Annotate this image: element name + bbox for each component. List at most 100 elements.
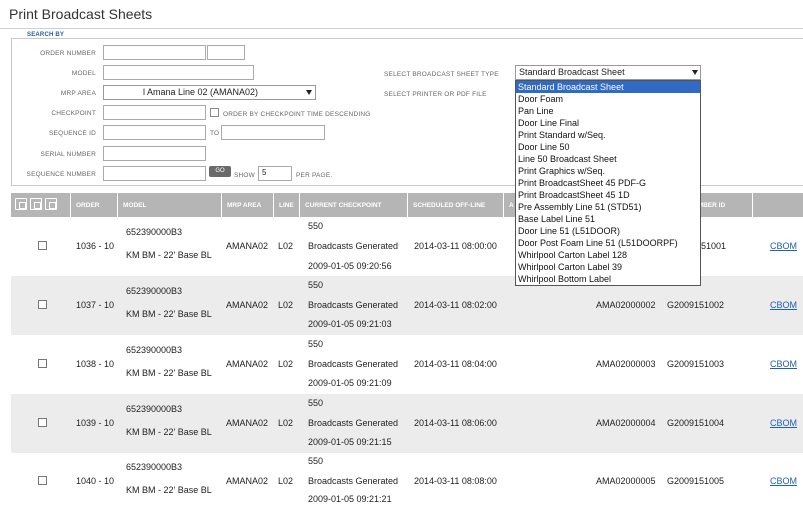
checkpoint-code-cell: 550: [308, 398, 324, 408]
sequence-cell: AMA02000004: [596, 418, 656, 428]
row-checkbox[interactable]: [38, 300, 47, 309]
order-by-checkpoint-label: ORDER BY CHECKPOINT TIME DESCENDING: [223, 111, 371, 118]
serial-number-input[interactable]: [103, 146, 206, 161]
model-number-cell: 652390000B3: [126, 404, 183, 414]
order-by-checkpoint-checkbox[interactable]: [210, 108, 219, 117]
mrp-area-column-header[interactable]: MRP AREA: [222, 193, 274, 217]
dropdown-option[interactable]: Whirlpool Carton Label 128: [516, 249, 700, 261]
serial-cell: G2009151005: [667, 476, 725, 486]
sequence-cell: AMA02000005: [596, 476, 656, 486]
dropdown-option[interactable]: Door Line Final: [516, 117, 700, 129]
cbom-link[interactable]: CBOM: [770, 476, 797, 486]
dropdown-option[interactable]: Base Label Line 51: [516, 213, 700, 225]
search-legend: SEARCH BY: [24, 32, 68, 38]
table-row: 1038 - 10 652390000B3 KM BM - 22' Base B…: [11, 335, 803, 394]
dropdown-option[interactable]: Door Post Foam Line 51 (L51DOORPF): [516, 237, 700, 249]
serial-number-label: SERIAL NUMBER: [40, 151, 96, 158]
copy-icon[interactable]: [30, 198, 42, 210]
checkpoint-time-cell: 2009-01-05 09:21:09: [308, 378, 392, 388]
model-number-cell: 652390000B3: [126, 227, 183, 237]
checkpoint-code-cell: 550: [308, 280, 324, 290]
serial-cell: G2009151004: [667, 418, 725, 428]
cbom-link[interactable]: CBOM: [770, 241, 797, 251]
checkpoint-status-cell: Broadcasts Generated: [308, 418, 399, 428]
checkpoint-status-cell: Broadcasts Generated: [308, 476, 399, 486]
mrp-area-select[interactable]: l Amana Line 02 (AMANA02): [103, 85, 316, 100]
order-column-header[interactable]: ORDER: [71, 193, 118, 217]
actions-column-header: [753, 193, 803, 217]
chevron-down-icon: [306, 90, 312, 95]
scheduled-off-line-column-header[interactable]: SCHEDULED OFF-LINE: [408, 193, 504, 217]
model-column-header[interactable]: MODEL: [118, 193, 222, 217]
cbom-link[interactable]: CBOM: [770, 359, 797, 369]
order-cell: 1039 - 10: [76, 418, 115, 428]
scheduled-off-line-cell: 2014-03-11 08:02:00: [414, 300, 497, 310]
dropdown-option[interactable]: Pan Line: [516, 105, 700, 117]
sequence-number-label: SEQUENCE NUMBER: [26, 171, 96, 178]
cbom-link[interactable]: CBOM: [770, 418, 797, 428]
chevron-down-icon[interactable]: [692, 70, 698, 75]
model-input[interactable]: [103, 65, 254, 80]
model-label: MODEL: [71, 70, 96, 77]
checkpoint-code-cell: 550: [308, 339, 324, 349]
dropdown-option[interactable]: Whirlpool Carton Label 39: [516, 261, 700, 273]
dropdown-option[interactable]: Standard Broadcast Sheet: [516, 81, 700, 93]
order-cell: 1036 - 10: [76, 241, 115, 251]
model-number-cell: 652390000B3: [126, 462, 183, 472]
serial-cell: G2009151003: [667, 359, 725, 369]
scheduled-off-line-cell: 2014-03-11 08:00:00: [414, 241, 497, 251]
scheduled-off-line-cell: 2014-03-11 08:06:00: [414, 418, 497, 428]
current-checkpoint-column-header[interactable]: CURRENT CHECKPOINT: [300, 193, 408, 217]
order-cell: 1037 - 10: [76, 300, 115, 310]
deselect-icon[interactable]: [45, 198, 57, 210]
broadcast-sheet-type-options[interactable]: Standard Broadcast Sheet Door Foam Pan L…: [515, 80, 701, 286]
go-button[interactable]: GO: [209, 166, 231, 177]
table-row: 1039 - 10 652390000B3 KM BM - 22' Base B…: [11, 394, 803, 453]
line-cell: L02: [278, 300, 294, 310]
line-cell: L02: [278, 476, 294, 486]
dropdown-option[interactable]: Door Line 50: [516, 141, 700, 153]
checkpoint-code-cell: 550: [308, 456, 324, 466]
checkpoint-label: CHECKPOINT: [51, 110, 96, 117]
sequence-id-from-input[interactable]: [103, 125, 206, 140]
model-description-cell: KM BM - 22' Base BL: [126, 368, 212, 378]
cbom-link[interactable]: CBOM: [770, 300, 797, 310]
model-number-cell: 652390000B3: [126, 286, 183, 296]
dropdown-option[interactable]: Door Foam: [516, 93, 700, 105]
row-checkbox[interactable]: [38, 476, 47, 485]
dropdown-option[interactable]: Print Graphics w/Seq.: [516, 165, 700, 177]
dropdown-option[interactable]: Line 50 Broadcast Sheet: [516, 153, 700, 165]
dropdown-option[interactable]: Door Line 51 (L51DOOR): [516, 225, 700, 237]
checkpoint-status-cell: Broadcasts Generated: [308, 241, 399, 251]
model-description-cell: KM BM - 22' Base BL: [126, 485, 212, 495]
select-all-icon[interactable]: [15, 198, 27, 210]
line-column-header[interactable]: LINE: [274, 193, 300, 217]
row-checkbox[interactable]: [38, 418, 47, 427]
order-suffix-input[interactable]: [207, 45, 245, 60]
dropdown-option[interactable]: Print Standard w/Seq.: [516, 129, 700, 141]
dropdown-option[interactable]: Pre Assembly Line 51 (STD51): [516, 201, 700, 213]
dropdown-option[interactable]: Print BroadcastSheet 45 1D: [516, 189, 700, 201]
broadcast-sheet-type-label: SELECT BROADCAST SHEET TYPE: [384, 71, 499, 78]
sequence-cell: AMA02000002: [596, 300, 656, 310]
checkpoint-time-cell: 2009-01-05 09:21:15: [308, 437, 392, 447]
sequence-number-input[interactable]: [103, 166, 206, 181]
row-checkbox[interactable]: [38, 241, 47, 250]
sequence-id-to-input[interactable]: [221, 125, 325, 140]
dropdown-option[interactable]: Whirlpool Bottom Label: [516, 273, 700, 285]
checkpoint-status-cell: Broadcasts Generated: [308, 359, 399, 369]
checkpoint-time-cell: 2009-01-05 09:20:56: [308, 261, 392, 271]
checkpoint-input[interactable]: [103, 105, 206, 120]
row-checkbox[interactable]: [38, 359, 47, 368]
model-description-cell: KM BM - 22' Base BL: [126, 250, 212, 260]
checkpoint-code-cell: 550: [308, 221, 324, 231]
show-per-page-input[interactable]: 5: [258, 166, 292, 181]
broadcast-sheet-type-select[interactable]: Standard Broadcast Sheet: [515, 65, 701, 80]
order-cell: 1040 - 10: [76, 476, 115, 486]
select-actions-header: [11, 193, 71, 217]
dropdown-option[interactable]: Print BroadcastSheet 45 PDF-G: [516, 177, 700, 189]
sequence-cell: AMA02000003: [596, 359, 656, 369]
order-number-input[interactable]: [103, 45, 206, 60]
checkpoint-status-cell: Broadcasts Generated: [308, 300, 399, 310]
table-row: 1040 - 10 652390000B3 KM BM - 22' Base B…: [11, 452, 803, 505]
